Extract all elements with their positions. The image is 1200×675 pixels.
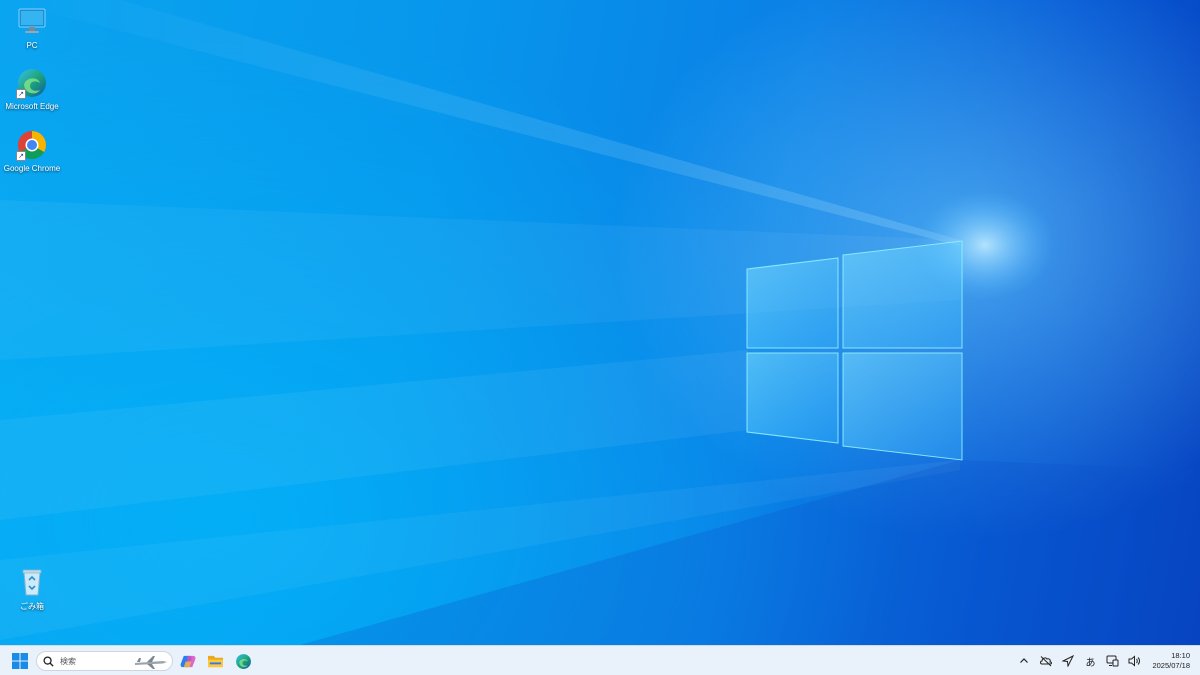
chrome-icon: ↗ — [16, 129, 48, 161]
desktop-icon-label: ごみ箱 — [20, 602, 44, 611]
search-highlight-airplane-icon — [135, 656, 167, 669]
search-icon — [43, 655, 54, 667]
desktop-icon-label: Microsoft Edge — [5, 102, 59, 111]
desktop-icon-pc[interactable]: PC — [1, 6, 63, 50]
windows-start-icon — [12, 653, 28, 669]
start-button[interactable] — [7, 648, 33, 674]
edge-icon: ↗ — [16, 67, 48, 99]
taskbar-edge-button[interactable] — [230, 648, 256, 674]
onedrive-button[interactable] — [1036, 651, 1056, 671]
desktop-icon-chrome[interactable]: ↗ Google Chrome — [1, 129, 63, 173]
location-button[interactable] — [1058, 651, 1078, 671]
desktop-icon-recycle-bin[interactable]: ごみ箱 — [1, 566, 63, 612]
taskbar: 検索 あ 18:10 2025/07/18 — [0, 645, 1200, 675]
desktop[interactable]: PC ↗ Microsoft Edge ↗ Google Chrome ごみ箱 — [0, 0, 1200, 645]
search-box[interactable]: 検索 — [36, 651, 173, 671]
taskbar-file-explorer-button[interactable] — [202, 648, 228, 674]
wallpaper — [0, 0, 1200, 645]
pc-monitor-icon — [16, 6, 48, 38]
desktop-icon-label: Google Chrome — [3, 164, 61, 173]
network-button[interactable] — [1102, 651, 1122, 671]
copilot-icon — [180, 655, 195, 667]
location-icon — [1062, 655, 1075, 667]
chevron-up-icon — [1020, 658, 1029, 663]
shortcut-arrow-icon: ↗ — [16, 151, 26, 161]
network-icon — [1106, 655, 1119, 667]
ime-button[interactable]: あ — [1080, 651, 1100, 671]
search-placeholder: 検索 — [60, 656, 76, 666]
taskbar-clock[interactable]: 18:10 2025/07/18 — [1152, 651, 1190, 671]
ime-icon: あ — [1085, 657, 1096, 669]
onedrive-offline-icon — [1040, 656, 1053, 667]
recycle-bin-icon — [16, 566, 48, 598]
desktop-icon-edge[interactable]: ↗ Microsoft Edge — [1, 67, 63, 111]
show-hidden-icons-button[interactable] — [1014, 651, 1034, 671]
edge-icon — [235, 653, 251, 669]
folder-icon — [207, 655, 223, 667]
desktop-icon-label: PC — [26, 41, 38, 50]
shortcut-arrow-icon: ↗ — [16, 89, 26, 99]
volume-icon — [1128, 655, 1140, 667]
volume-button[interactable] — [1124, 651, 1144, 671]
clock-date: 2025/07/18 — [1152, 661, 1190, 670]
windows-logo-graphic — [746, 240, 963, 461]
clock-time: 18:10 — [1171, 651, 1190, 660]
system-tray: あ 18:10 2025/07/18 — [1014, 646, 1190, 675]
taskbar-copilot-button[interactable] — [175, 648, 201, 674]
